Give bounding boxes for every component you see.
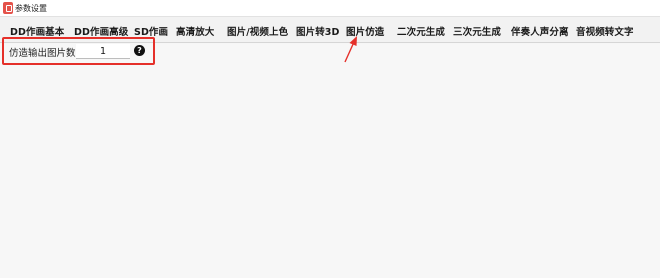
- annotation-arrow: [344, 36, 357, 63]
- settings-window: 参数设置 DD作画基本 DD作画高级 SD作画 高清放大 图片/视频上色 图片转…: [0, 0, 660, 278]
- arrow-shaft: [344, 41, 355, 63]
- arrow-head: [349, 36, 357, 46]
